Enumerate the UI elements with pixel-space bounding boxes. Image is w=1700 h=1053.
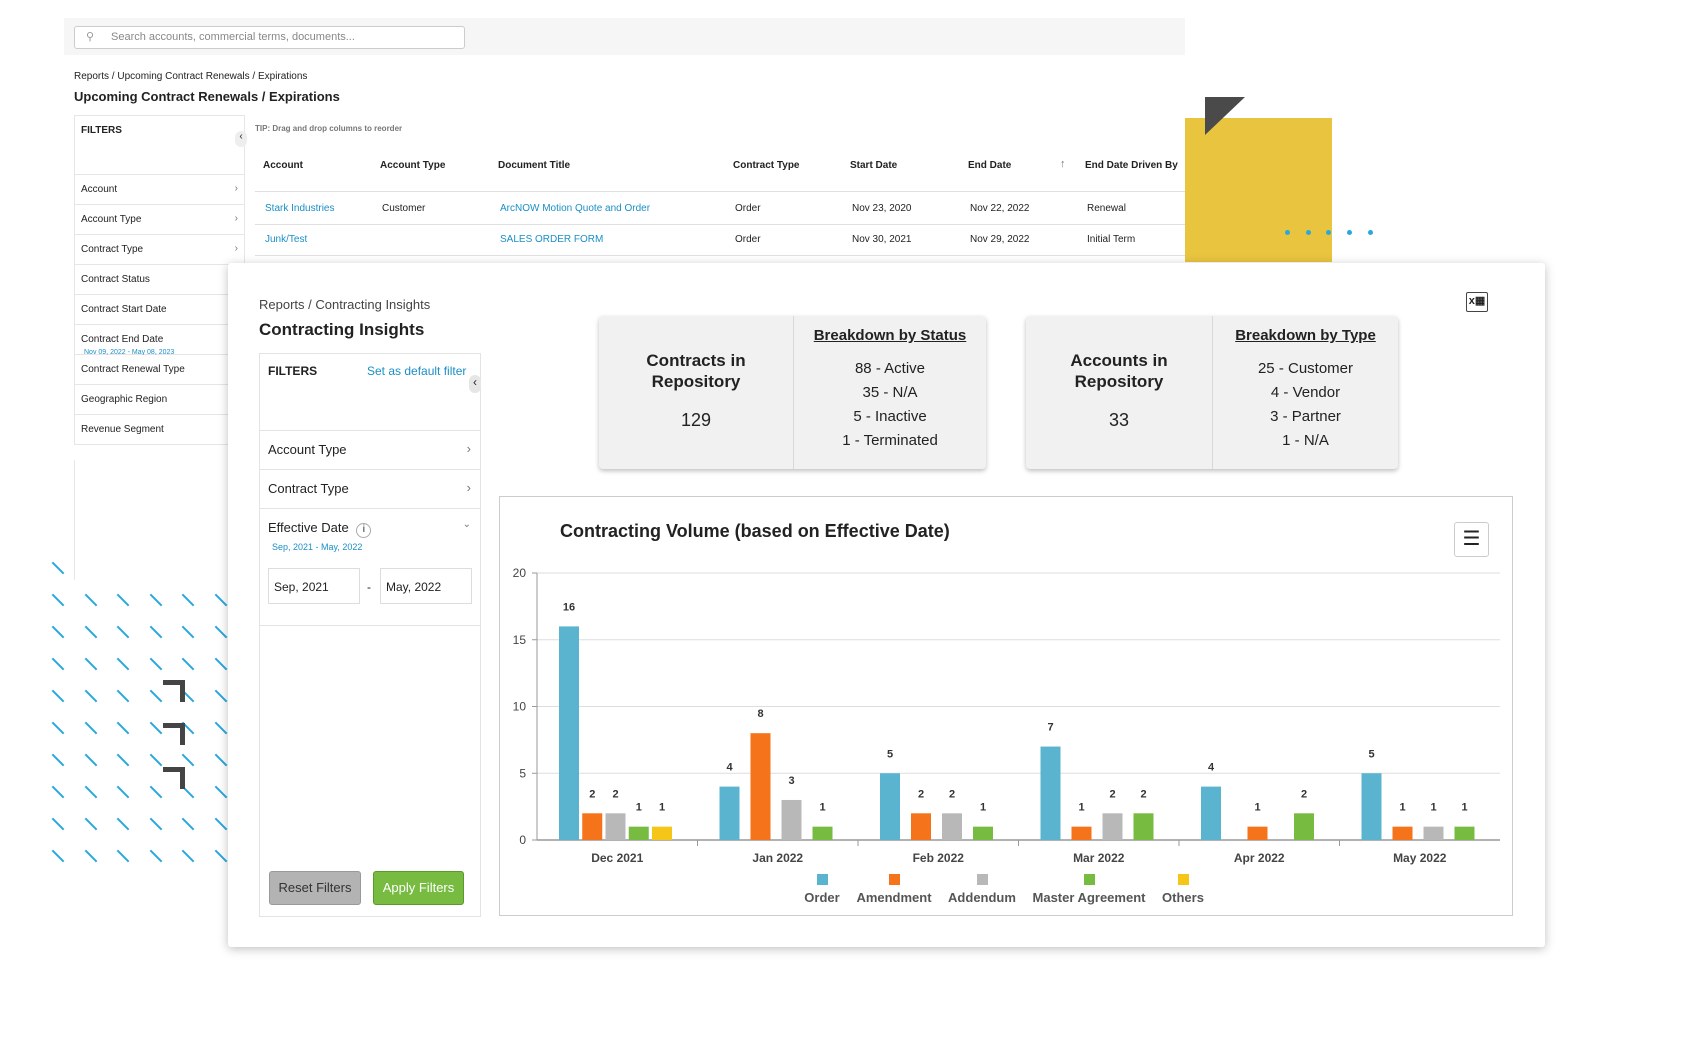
y-tick-label: 15 xyxy=(513,633,527,647)
bar-order[interactable] xyxy=(880,773,900,840)
bar-addendum[interactable] xyxy=(1102,813,1123,840)
bar-addendum[interactable] xyxy=(1423,826,1444,840)
bar-master-agreement[interactable] xyxy=(973,826,993,840)
bar-amendment[interactable] xyxy=(1247,826,1268,840)
x-tick-label: Apr 2022 xyxy=(1234,851,1285,865)
data-label: 1 xyxy=(659,802,665,814)
bar-addendum[interactable] xyxy=(605,813,626,840)
data-label: 2 xyxy=(589,788,595,800)
y-tick-label: 20 xyxy=(513,566,527,580)
legend-swatch xyxy=(1177,874,1189,885)
data-label: 1 xyxy=(1399,802,1405,814)
bar-amendment[interactable] xyxy=(582,813,603,840)
data-label: 1 xyxy=(1078,802,1084,814)
data-label: 2 xyxy=(612,788,618,800)
bar-master-agreement[interactable] xyxy=(1454,826,1475,840)
data-label: 1 xyxy=(1254,802,1260,814)
bar-order[interactable] xyxy=(1040,746,1061,840)
legend-label: Addendum xyxy=(948,890,1016,905)
bar-addendum[interactable] xyxy=(942,813,962,840)
bar-order[interactable] xyxy=(559,626,579,840)
bar-master-agreement[interactable] xyxy=(812,826,833,840)
data-label: 1 xyxy=(819,802,825,814)
data-label: 2 xyxy=(1109,788,1115,800)
bar-amendment[interactable] xyxy=(911,813,931,840)
data-label: 8 xyxy=(757,708,763,720)
data-label: 1 xyxy=(1461,802,1467,814)
y-tick-label: 5 xyxy=(519,766,526,780)
x-tick-label: May 2022 xyxy=(1393,851,1447,865)
data-label: 5 xyxy=(887,748,893,760)
bar-addendum[interactable] xyxy=(781,799,802,840)
y-tick-label: 0 xyxy=(519,833,526,847)
bar-amendment[interactable] xyxy=(750,733,771,840)
data-label: 1 xyxy=(636,802,642,814)
data-label: 2 xyxy=(1301,788,1307,800)
data-label: 5 xyxy=(1368,748,1374,760)
bar-master-agreement[interactable] xyxy=(1294,813,1314,840)
x-tick-label: Dec 2021 xyxy=(591,851,643,865)
data-label: 4 xyxy=(726,762,733,774)
bar-master-agreement[interactable] xyxy=(1133,813,1154,840)
data-label: 2 xyxy=(949,788,955,800)
legend-label: Others xyxy=(1162,890,1204,905)
bar-others[interactable] xyxy=(652,826,672,840)
legend-swatch xyxy=(1083,874,1095,885)
x-tick-label: Jan 2022 xyxy=(752,851,803,865)
legend-swatch xyxy=(888,874,900,885)
bar-amendment[interactable] xyxy=(1392,826,1413,840)
bar-master-agreement[interactable] xyxy=(628,826,649,840)
data-label: 4 xyxy=(1208,762,1215,774)
legend-item[interactable]: Others xyxy=(1113,874,1253,905)
data-label: 16 xyxy=(563,601,575,613)
bar-order[interactable] xyxy=(1201,786,1221,840)
bar-order[interactable] xyxy=(719,786,740,840)
x-tick-label: Feb 2022 xyxy=(913,851,965,865)
y-tick-label: 10 xyxy=(513,700,527,714)
data-label: 1 xyxy=(1430,802,1436,814)
data-label: 2 xyxy=(918,788,924,800)
bar-amendment[interactable] xyxy=(1071,826,1092,840)
data-label: 2 xyxy=(1140,788,1146,800)
x-tick-label: Mar 2022 xyxy=(1073,851,1125,865)
bar-order[interactable] xyxy=(1361,773,1382,840)
data-label: 7 xyxy=(1047,722,1053,734)
data-label: 1 xyxy=(980,802,986,814)
legend-swatch xyxy=(976,874,988,885)
data-label: 3 xyxy=(788,775,794,787)
